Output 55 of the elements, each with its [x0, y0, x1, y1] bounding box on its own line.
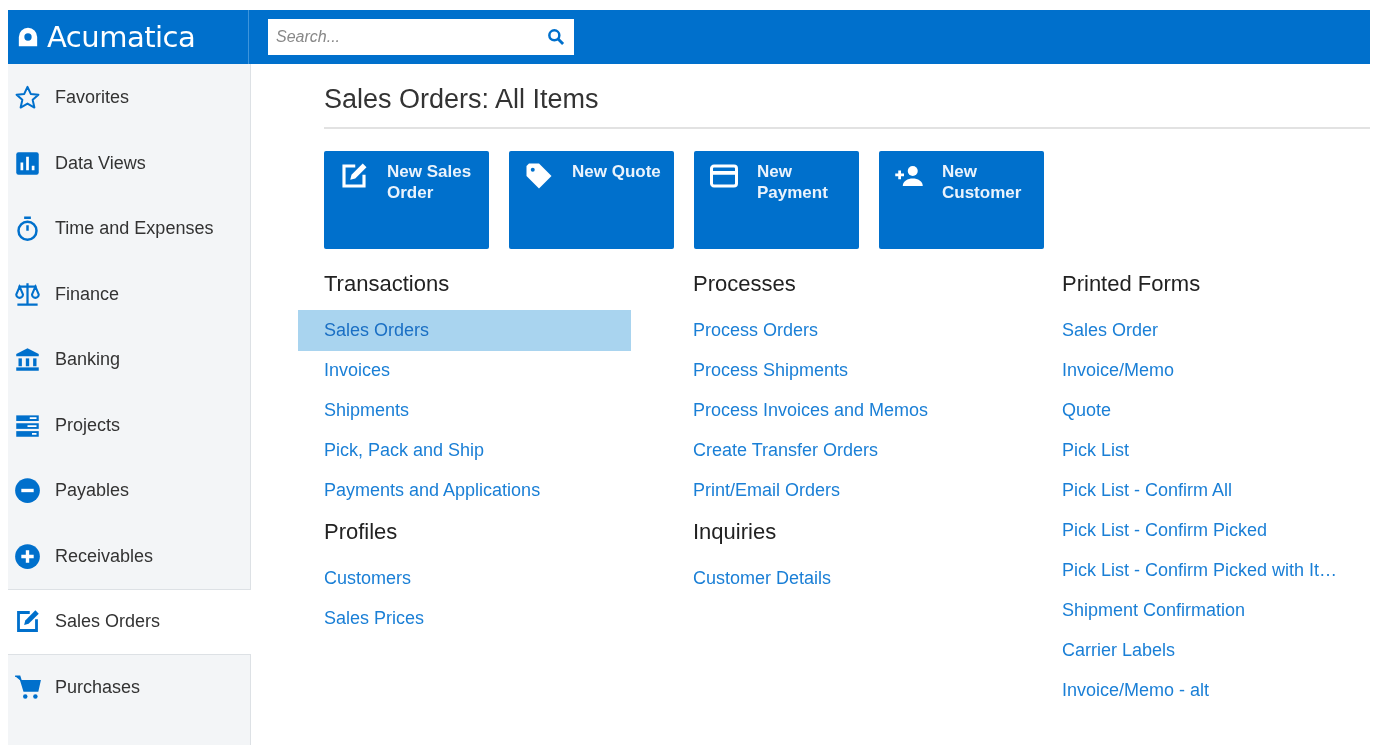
- menu-link[interactable]: Invoices: [298, 350, 417, 391]
- minus-circle-icon: [14, 477, 41, 505]
- menu-link[interactable]: Pick List - Confirm All: [1036, 470, 1259, 511]
- stopwatch-icon: [14, 215, 41, 243]
- cart-icon: [14, 673, 41, 701]
- menu-link[interactable]: Pick, Pack and Ship: [298, 430, 511, 471]
- sidebar-item[interactable]: Purchases: [8, 654, 250, 720]
- logo-text: Acumatica: [47, 20, 196, 54]
- menu-link[interactable]: Pick List: [1036, 430, 1156, 471]
- plus-circle-icon: [14, 542, 41, 570]
- section-heading: Profiles: [324, 518, 398, 546]
- sidebar-item[interactable]: Projects: [8, 392, 250, 458]
- menu-link[interactable]: Process Shipments: [667, 350, 875, 391]
- sidebar-item[interactable]: Favorites: [8, 65, 250, 131]
- new-item-tile[interactable]: New Customer: [879, 151, 1044, 249]
- menu-link[interactable]: Shipment Confirmation: [1036, 590, 1272, 631]
- section-heading: Processes: [693, 270, 796, 298]
- new-item-tile[interactable]: New Payment: [694, 151, 859, 249]
- star-icon: [14, 84, 41, 112]
- sidebar-item[interactable]: Sales Orders: [8, 589, 251, 655]
- sidebar-item[interactable]: Banking: [8, 327, 250, 393]
- new-item-tile[interactable]: New Quote: [509, 151, 674, 249]
- menu-link[interactable]: Print/Email Orders: [667, 470, 867, 511]
- section-heading: Transactions: [324, 270, 450, 298]
- sidebar-item[interactable]: Payables: [8, 458, 250, 524]
- menu-link[interactable]: Sales Order: [1036, 310, 1185, 351]
- search-field[interactable]: Search...: [268, 19, 574, 55]
- menu-link[interactable]: Customer Details: [667, 558, 858, 599]
- menu-link[interactable]: Invoice/Memo - alt: [1036, 670, 1236, 711]
- section-heading: Inquiries: [693, 518, 777, 546]
- logo-icon: [17, 26, 39, 48]
- bank-icon: [14, 346, 41, 374]
- section-heading: Printed Forms: [1062, 270, 1201, 298]
- scales-icon: [14, 280, 41, 308]
- sidebar-item[interactable]: Time and Expenses: [8, 196, 250, 262]
- page-title: Sales Orders: All Items: [324, 84, 1370, 129]
- menu-link[interactable]: Carrier Labels: [1036, 630, 1202, 671]
- menu-link[interactable]: Pick List - Confirm Picked: [1036, 510, 1294, 551]
- menu-link[interactable]: Process Orders: [667, 310, 845, 351]
- menu-link[interactable]: Sales Prices: [298, 598, 451, 639]
- bar-chart-icon: [14, 149, 41, 177]
- menu-link[interactable]: Shipments: [298, 390, 436, 431]
- search-icon: [546, 27, 566, 47]
- menu-link[interactable]: Sales Orders: [298, 310, 631, 351]
- sidebar-item[interactable]: Receivables: [8, 523, 250, 589]
- menu-link[interactable]: Payments and Applications: [298, 470, 567, 511]
- menu-link[interactable]: Pick List - Confirm Picked with It…: [1036, 550, 1364, 591]
- menu-link[interactable]: Create Transfer Orders: [667, 430, 905, 471]
- new-item-tile[interactable]: New Sales Order: [324, 151, 489, 249]
- sidebar-item[interactable]: Finance: [8, 261, 250, 327]
- menu-link[interactable]: Quote: [1036, 390, 1138, 431]
- sidebar-item[interactable]: Data Views: [8, 130, 250, 196]
- menu-link[interactable]: Process Invoices and Memos: [667, 390, 955, 431]
- menu-link[interactable]: Customers: [298, 558, 438, 599]
- menu-link[interactable]: Invoice/Memo: [1036, 350, 1201, 391]
